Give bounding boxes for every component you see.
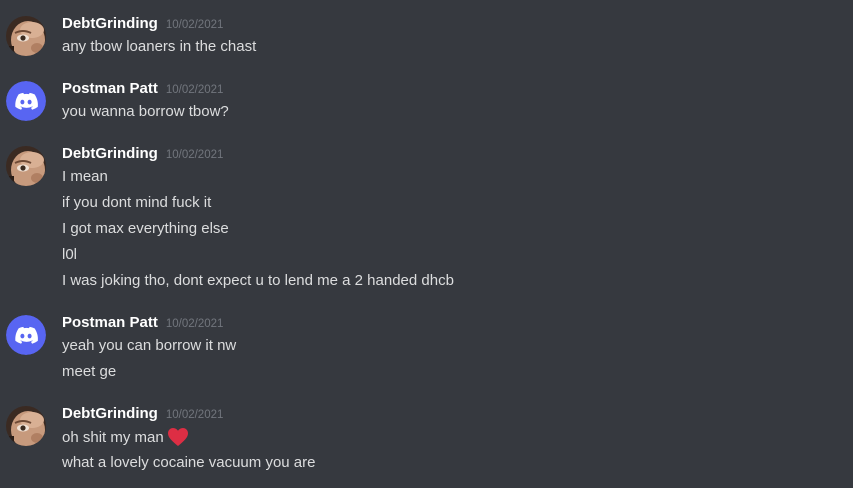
chat-messages: DebtGrinding 10/02/2021 any tbow loaners…	[0, 0, 853, 488]
timestamp: 10/02/2021	[165, 19, 224, 31]
username[interactable]: Postman Patt	[62, 314, 158, 331]
message-body: yeah you can borrow it nw meet ge	[62, 336, 236, 388]
message-text: yeah you can borrow it nw	[62, 337, 237, 354]
username[interactable]: Postman Patt	[62, 80, 158, 97]
discord-logo-icon	[6, 81, 46, 121]
username[interactable]: DebtGrinding	[62, 405, 158, 422]
message-text: what a lovely cocaine vacuum you are	[62, 454, 316, 471]
message-text-content: oh shit my man	[62, 429, 164, 446]
message-body: oh shit my man what a lovely cocaine vac…	[62, 427, 315, 479]
bot-avatar[interactable]	[6, 315, 46, 355]
discord-logo-icon	[6, 315, 46, 355]
message-text: l0l	[62, 246, 78, 263]
timestamp: 10/02/2021	[165, 409, 224, 421]
message-body: any tbow loaners in the chast	[62, 37, 256, 63]
message-header: DebtGrinding 10/02/2021	[62, 145, 223, 167]
timestamp: 10/02/2021	[165, 84, 224, 96]
face-photo-icon	[6, 406, 46, 446]
message-text: meet ge	[62, 363, 117, 380]
face-photo-icon	[6, 16, 46, 56]
message-body: I mean if you dont mind fuck it I got ma…	[62, 167, 454, 297]
user-avatar[interactable]	[6, 146, 46, 186]
username[interactable]: DebtGrinding	[62, 145, 158, 162]
message-text: you wanna borrow tbow?	[62, 103, 229, 120]
user-avatar[interactable]	[6, 406, 46, 446]
message-header: Postman Patt 10/02/2021	[62, 314, 223, 336]
face-photo-icon	[6, 146, 46, 186]
red-heart-emoji-icon[interactable]	[167, 427, 189, 452]
message-text: I got max everything else	[62, 220, 229, 237]
message-text: if you dont mind fuck it	[62, 194, 212, 211]
message-header: DebtGrinding 10/02/2021	[62, 405, 223, 427]
message-text: I was joking tho, dont expect u to lend …	[62, 272, 454, 289]
message-header: DebtGrinding 10/02/2021	[62, 15, 223, 37]
bot-avatar[interactable]	[6, 81, 46, 121]
timestamp: 10/02/2021	[165, 318, 224, 330]
message-body: you wanna borrow tbow?	[62, 102, 229, 128]
user-avatar[interactable]	[6, 16, 46, 56]
timestamp: 10/02/2021	[165, 149, 224, 161]
message-text: oh shit my man	[62, 427, 315, 453]
message-text: any tbow loaners in the chast	[62, 38, 257, 55]
message-text: I mean	[62, 168, 108, 185]
username[interactable]: DebtGrinding	[62, 15, 158, 32]
message-header: Postman Patt 10/02/2021	[62, 80, 223, 102]
